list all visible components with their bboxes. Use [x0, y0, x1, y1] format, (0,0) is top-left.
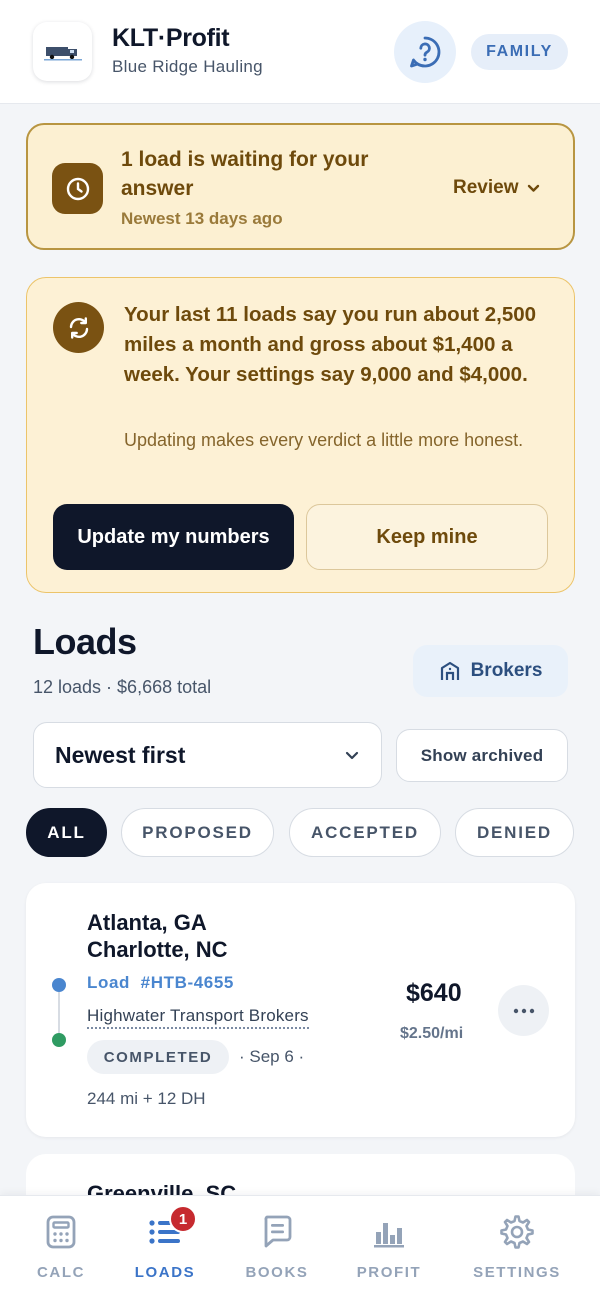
nav-label: PROFIT	[356, 1264, 422, 1281]
app-title: KLT·Profit	[112, 24, 230, 52]
load-destination: Charlotte, NC	[87, 937, 228, 962]
review-label: Review	[453, 177, 519, 198]
filter-all[interactable]: ALL	[26, 808, 107, 857]
settings-suggestion-card: Your last 11 loads say you run about 2,5…	[26, 277, 575, 593]
brokers-label: Brokers	[470, 660, 543, 681]
ellipsis-icon	[513, 1008, 534, 1013]
waiting-alert[interactable]: 1 load is waiting for your answer Newest…	[26, 123, 575, 250]
nav-label: BOOKS	[245, 1264, 309, 1281]
calculator-icon	[41, 1212, 81, 1252]
loads-heading: Loads	[33, 621, 137, 662]
clock-icon	[52, 163, 103, 214]
company-logo	[33, 22, 92, 81]
gear-icon	[497, 1212, 537, 1252]
update-numbers-button[interactable]: Update my numbers	[53, 504, 294, 570]
route-line	[58, 992, 60, 1033]
nav-settings[interactable]: SETTINGS	[462, 1212, 572, 1281]
load-miles: 244 mi + 12 DH	[87, 1089, 206, 1108]
nav-label: LOADS	[134, 1264, 196, 1281]
sort-value: Newest first	[55, 741, 186, 768]
building-icon	[440, 661, 459, 680]
help-circle-icon	[410, 36, 441, 68]
help-button[interactable]	[394, 21, 456, 83]
plan-badge[interactable]: FAMILY	[471, 34, 568, 70]
sort-select[interactable]: Newest first	[33, 722, 382, 788]
suggestion-detail: Updating makes every verdict a little mo…	[124, 430, 524, 450]
nav-calc[interactable]: CALC	[6, 1212, 116, 1281]
refresh-icon	[53, 302, 104, 353]
chevron-down-icon	[345, 751, 359, 759]
bottom-navigation: CALC 1 LOADS BOOKS PROFIT SETTINGS	[0, 1195, 600, 1299]
filter-denied[interactable]: DENIED	[455, 808, 574, 857]
status-badge: COMPLETED	[87, 1040, 229, 1074]
suggestion-message: Your last 11 loads say you run about 2,5…	[124, 303, 537, 386]
bar-chart-icon	[369, 1212, 409, 1252]
load-rate: $2.50/mi	[400, 1025, 464, 1042]
broker-link[interactable]: Highwater Transport Brokers	[87, 1006, 309, 1029]
more-options-button[interactable]	[498, 985, 549, 1036]
loads-summary: 12 loads · $6,668 total	[33, 677, 212, 697]
list-icon: 1	[145, 1205, 197, 1252]
brokers-button[interactable]: Brokers	[413, 645, 568, 697]
keep-mine-button[interactable]: Keep mine	[306, 504, 548, 570]
destination-dot-icon	[52, 1033, 66, 1047]
notification-badge: 1	[169, 1205, 197, 1233]
truck-logo-icon	[43, 46, 82, 60]
show-archived-button[interactable]: Show archived	[396, 729, 568, 782]
waiting-subtitle: Newest 13 days ago	[121, 209, 283, 228]
origin-dot-icon	[52, 978, 66, 992]
load-origin: Atlanta, GA	[87, 910, 207, 935]
app-header: KLT·Profit Blue Ridge Hauling FAMILY	[0, 0, 600, 104]
review-button[interactable]: Review	[453, 177, 540, 199]
nav-books[interactable]: BOOKS	[222, 1212, 332, 1281]
load-price: $640	[406, 979, 462, 1007]
load-date: · Sep 6 ·	[239, 1047, 305, 1066]
company-name: Blue Ridge Hauling	[112, 57, 263, 76]
waiting-title: 1 load is waiting for your answer	[121, 148, 369, 200]
filter-proposed[interactable]: PROPOSED	[121, 808, 274, 857]
chevron-down-icon	[528, 184, 540, 192]
load-id-link[interactable]: Load #HTB-4655	[87, 973, 234, 993]
nav-profit[interactable]: PROFIT	[334, 1212, 444, 1281]
nav-label: SETTINGS	[473, 1264, 561, 1281]
nav-label: CALC	[36, 1264, 86, 1281]
load-card[interactable]: Atlanta, GA Charlotte, NC Load #HTB-4655…	[26, 883, 575, 1137]
nav-loads[interactable]: 1 LOADS	[110, 1205, 220, 1281]
filter-accepted[interactable]: ACCEPTED	[289, 808, 441, 857]
notes-icon	[257, 1212, 297, 1252]
